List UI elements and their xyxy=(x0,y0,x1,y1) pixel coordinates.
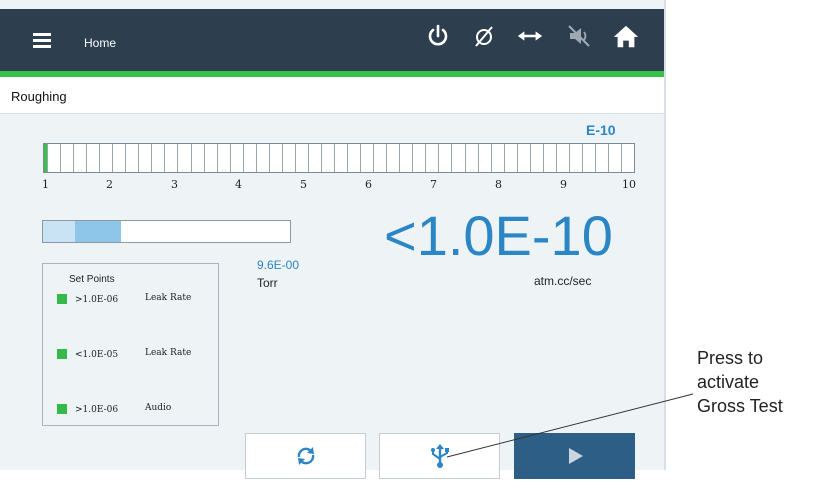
callout-annotation: Press to activate Gross Test xyxy=(697,346,783,418)
callout-line: Press to xyxy=(697,348,764,368)
callout-line: activate xyxy=(697,372,760,392)
callout-line: Gross Test xyxy=(697,396,783,416)
callout-leader-line xyxy=(446,393,694,458)
